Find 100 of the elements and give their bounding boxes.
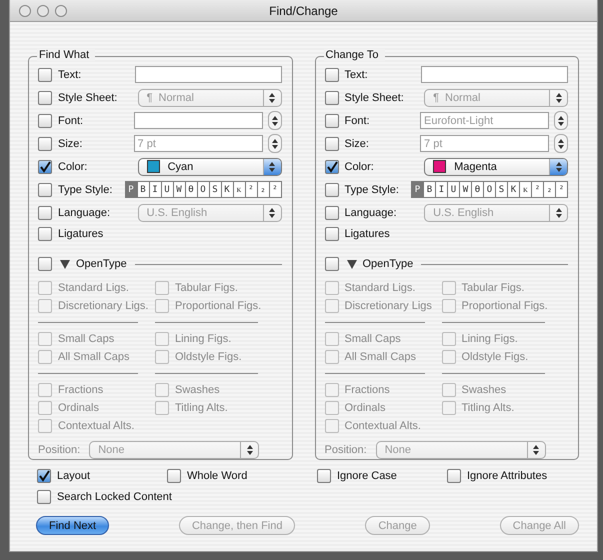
up-down-arrows-icon bbox=[556, 208, 562, 218]
window-title: Find/Change bbox=[268, 4, 339, 18]
field-label: Text: bbox=[344, 68, 369, 81]
stepper[interactable] bbox=[268, 111, 282, 130]
type-style-button[interactable]: O bbox=[483, 181, 496, 198]
checkbox-label: Proportional Figs. bbox=[462, 300, 548, 312]
text-field[interactable] bbox=[134, 66, 282, 84]
type-style-button[interactable]: ² bbox=[244, 181, 258, 198]
dialog-button[interactable]: Find Next bbox=[36, 516, 110, 535]
checkbox[interactable] bbox=[38, 68, 52, 82]
checkbox[interactable] bbox=[38, 114, 52, 128]
checkbox-label: Contextual Alts. bbox=[344, 420, 421, 432]
checkbox[interactable] bbox=[38, 182, 52, 197]
field-label: Color: bbox=[58, 160, 88, 173]
type-style-button[interactable]: P bbox=[411, 181, 424, 198]
checkbox-label: Ordinals bbox=[344, 402, 386, 414]
checkbox-label: Layout bbox=[57, 470, 90, 482]
checkbox[interactable] bbox=[324, 68, 338, 82]
type-style-button[interactable]: Ө bbox=[471, 181, 484, 198]
section-label: OpenType bbox=[362, 258, 414, 270]
checkbox-label: Titling Alts. bbox=[462, 402, 514, 414]
up-down-arrows-icon bbox=[269, 162, 275, 172]
stepper[interactable] bbox=[554, 111, 568, 130]
checkbox[interactable] bbox=[324, 114, 338, 128]
stepper[interactable] bbox=[554, 134, 568, 154]
section-label: OpenType bbox=[76, 258, 127, 270]
stepper[interactable] bbox=[268, 134, 282, 154]
type-style-button[interactable]: ᴋ bbox=[232, 181, 246, 198]
color-dropdown[interactable]: Cyan bbox=[138, 158, 282, 176]
checkbox[interactable] bbox=[38, 227, 52, 242]
checkbox-label: Ligatures bbox=[58, 228, 104, 240]
checkbox-label: Oldstyle Figs. bbox=[175, 350, 242, 363]
checkbox[interactable] bbox=[324, 90, 338, 105]
type-style-button[interactable]: I bbox=[435, 181, 448, 198]
checkbox[interactable] bbox=[167, 468, 181, 482]
type-style-button[interactable]: B bbox=[136, 181, 150, 198]
type-style-button[interactable]: K bbox=[220, 181, 234, 198]
color-dropdown[interactable]: Magenta bbox=[424, 158, 568, 176]
type-style-button[interactable]: K bbox=[507, 181, 520, 198]
checkbox[interactable] bbox=[38, 206, 52, 220]
text-field[interactable] bbox=[134, 112, 263, 130]
checkbox[interactable] bbox=[38, 90, 52, 105]
type-style-button[interactable]: Ө bbox=[184, 181, 198, 198]
checkbox-label: Search Locked Content bbox=[57, 490, 172, 502]
field-label: Size: bbox=[344, 138, 370, 150]
field-label: Color: bbox=[344, 160, 375, 173]
checkbox-label: Fractions bbox=[58, 384, 104, 396]
checkbox[interactable] bbox=[37, 490, 51, 504]
type-style-button[interactable]: S bbox=[208, 181, 222, 198]
checkbox-label: Standard Ligs. bbox=[344, 282, 416, 294]
type-style-button[interactable]: ² bbox=[268, 181, 282, 198]
up-down-arrows-icon bbox=[556, 92, 562, 103]
field-label: Type Style: bbox=[58, 184, 114, 196]
type-style-button[interactable]: B bbox=[423, 181, 436, 198]
checkbox[interactable] bbox=[317, 468, 331, 482]
text-field[interactable] bbox=[421, 66, 568, 84]
checkbox[interactable] bbox=[447, 468, 461, 482]
checkbox[interactable] bbox=[38, 136, 52, 151]
checkbox-label: Small Caps bbox=[344, 332, 401, 345]
checkbox[interactable] bbox=[324, 227, 338, 242]
checkbox[interactable] bbox=[324, 206, 338, 220]
type-style-button[interactable]: ₂ bbox=[256, 181, 270, 198]
checkbox[interactable] bbox=[324, 182, 338, 197]
checkbox[interactable] bbox=[324, 136, 338, 151]
checkbox-label: Proportional Figs. bbox=[175, 300, 262, 312]
type-style-button[interactable]: ² bbox=[531, 181, 544, 198]
checkbox[interactable] bbox=[37, 468, 51, 482]
checkbox-label: Discretionary Ligs bbox=[344, 300, 432, 312]
type-style-button[interactable]: O bbox=[196, 181, 210, 198]
checkbox[interactable] bbox=[38, 160, 52, 174]
up-down-arrows-icon bbox=[533, 444, 540, 455]
type-style-button[interactable]: W bbox=[459, 181, 472, 198]
field-label: Language: bbox=[344, 207, 398, 219]
checkbox-label: Lining Figs. bbox=[462, 332, 518, 345]
up-down-arrows-icon bbox=[246, 444, 253, 455]
type-style-button[interactable]: I bbox=[148, 181, 162, 198]
type-style-button[interactable]: W bbox=[172, 181, 186, 198]
field-label: Text: bbox=[58, 68, 82, 81]
checkbox-label: Ligatures bbox=[344, 228, 391, 240]
type-style-button[interactable]: U bbox=[160, 181, 174, 198]
type-style-button[interactable]: ₂ bbox=[543, 181, 556, 198]
checkbox-label: Discretionary Ligs. bbox=[58, 300, 148, 312]
field-label: Position: bbox=[324, 444, 367, 456]
type-style-button[interactable]: ᴋ bbox=[519, 181, 532, 198]
up-down-arrows-icon bbox=[272, 116, 278, 126]
checkbox[interactable] bbox=[324, 160, 338, 174]
text-field[interactable]: 7 pt bbox=[420, 135, 550, 152]
group-title: Find What bbox=[37, 49, 96, 61]
window-controls-icon[interactable] bbox=[18, 4, 68, 18]
up-down-arrows-icon bbox=[558, 138, 564, 149]
text-field[interactable]: 7 pt bbox=[134, 135, 263, 152]
checkbox-label: All Small Caps bbox=[58, 350, 130, 363]
type-style-button[interactable]: P bbox=[124, 181, 138, 198]
type-style-button[interactable]: ² bbox=[555, 181, 568, 198]
checkbox-label: Swashes bbox=[175, 384, 220, 396]
type-style-button[interactable]: U bbox=[447, 181, 460, 198]
field-label: Style Sheet: bbox=[344, 92, 405, 104]
text-field[interactable]: Eurofont-Light bbox=[420, 112, 550, 130]
type-style-button[interactable]: S bbox=[495, 181, 508, 198]
checkbox-label: Lining Figs. bbox=[175, 332, 232, 345]
